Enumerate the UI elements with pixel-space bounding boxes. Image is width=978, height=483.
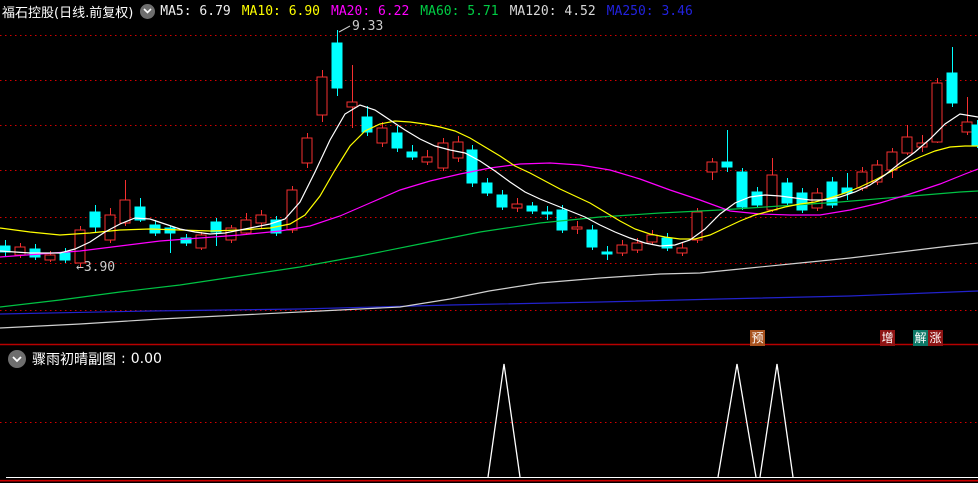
ma-legend-item: MA20: 6.22 — [331, 3, 410, 19]
app-root: 福石控股(日线.前复权) MA5: 6.79 MA10: 6.90 MA20: 6.… — [0, 0, 978, 483]
sub-panel-header: 骤雨初晴副图 : 0.00 — [8, 349, 162, 369]
chevron-down-icon[interactable] — [140, 3, 156, 19]
low-price-label: ←3.90 — [76, 260, 116, 275]
high-price-label: 9.33 — [352, 19, 384, 34]
indicator-name: 骤雨初晴副图 — [32, 352, 116, 368]
badge-yu[interactable]: 预 — [750, 330, 765, 346]
ma-legend-item: MA60: 5.71 — [420, 3, 499, 19]
chart-header: 福石控股(日线.前复权) MA5: 6.79 MA10: 6.90 MA20: 6.… — [2, 2, 693, 21]
badge-zhang[interactable]: 涨 — [928, 330, 943, 346]
main-chart-canvas[interactable] — [0, 0, 978, 346]
indicator-colon: : — [121, 351, 126, 367]
ma-legend-item: MA10: 6.90 — [241, 3, 321, 19]
chevron-down-icon[interactable] — [8, 350, 26, 368]
ma-legend: MA5: 6.79 MA10: 6.90 MA20: 6.22 MA60: 5.71 M… — [160, 4, 692, 19]
stock-title: 福石控股(日线.前复权) — [2, 5, 134, 21]
ma-legend-item: MA250: 3.46 — [606, 3, 693, 19]
badge-zeng[interactable]: 增 — [880, 330, 895, 346]
ma-legend-item: MA5: 6.79 — [160, 3, 231, 19]
badge-jie[interactable]: 解 — [913, 330, 928, 346]
ma-legend-item: MA120: 4.52 — [509, 3, 596, 19]
indicator-value: 0.00 — [130, 351, 162, 367]
